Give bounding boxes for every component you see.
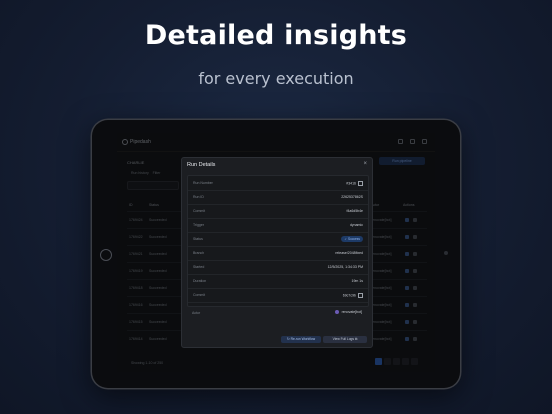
tablet-screen: Pipedash CHARLIE Run pipeline Run histor…: [117, 133, 435, 372]
modal-title: Run Details: [187, 162, 216, 168]
field-run-number: Run Number #3416: [188, 176, 368, 191]
field-duration: Duration 19m 1s: [188, 274, 368, 289]
run-details-list: Run Number #3416 Run ID 2262537862S Comm…: [187, 175, 369, 307]
home-button-icon: [100, 249, 112, 261]
status-badge: ✓ Success: [341, 235, 363, 242]
rerun-workflow-button[interactable]: ↻ Re-run Workflow: [281, 336, 321, 343]
field-actor: Actor renovate[bot]: [192, 310, 362, 315]
page-headline: Detailed insights: [144, 20, 408, 51]
field-branch: Branch release/2048fixed: [188, 246, 368, 261]
field-trigger: Trigger dynamic: [188, 218, 368, 233]
field-status: Status ✓ Success: [188, 232, 368, 247]
field-commit: Commit f4a6d5b4e: [188, 204, 368, 219]
avatar: [334, 310, 339, 315]
field-run-id: Run ID 2262537862S: [188, 190, 368, 205]
view-full-logs-button[interactable]: View Full Logs ⧉: [323, 336, 367, 343]
field-commit-sha: Commit 69c7c9b: [188, 288, 368, 303]
copy-icon[interactable]: [358, 181, 363, 186]
page-subline: for every execution: [198, 69, 354, 88]
copy-icon[interactable]: [358, 293, 363, 298]
run-details-modal: Run Details × Run Number #3416 Run ID 22…: [181, 157, 373, 348]
close-icon[interactable]: ×: [363, 161, 367, 167]
field-started: Started 12/5/2025, 1:34:33 PM: [188, 260, 368, 275]
camera-icon: [444, 251, 448, 255]
